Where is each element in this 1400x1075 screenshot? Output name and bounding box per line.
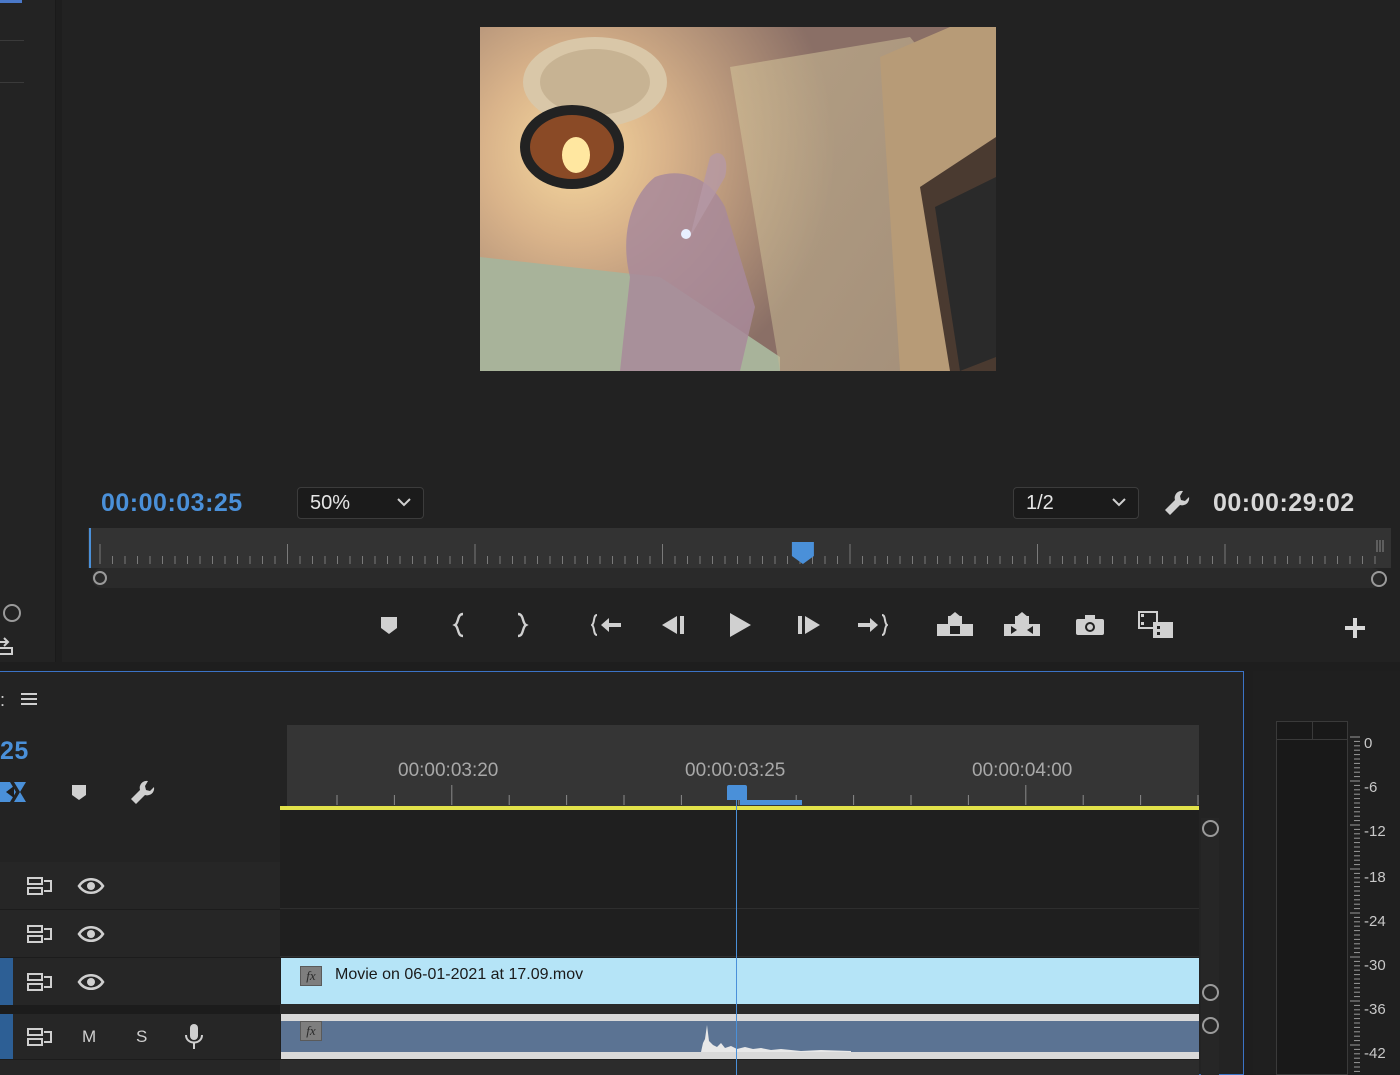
extract-button[interactable]	[1002, 605, 1042, 645]
plus-icon	[1345, 618, 1365, 638]
comparison-view-icon	[1138, 611, 1173, 638]
go-to-out-icon	[858, 614, 888, 636]
resolution-value: 1/2	[1026, 492, 1054, 514]
mark-out-button[interactable]	[501, 605, 541, 645]
audio-waveform	[701, 1025, 851, 1052]
mark-in-button[interactable]	[440, 605, 480, 645]
playhead-frame-indicator	[740, 800, 802, 805]
db-label: -42	[1364, 1045, 1386, 1062]
track-header-v3	[0, 862, 280, 910]
scroll-handle-icon[interactable]	[1202, 820, 1219, 837]
zoom-handle-right-icon[interactable]	[1371, 571, 1387, 587]
db-label: -12	[1364, 823, 1386, 840]
monitor-time-ruler[interactable]	[88, 528, 1391, 568]
play-button[interactable]	[720, 605, 760, 645]
play-icon	[730, 613, 751, 637]
fx-badge: fx	[300, 1021, 322, 1041]
add-marker-button[interactable]	[369, 605, 409, 645]
audio-meter	[1276, 721, 1348, 1075]
sync-lock-icon[interactable]	[27, 924, 53, 944]
resolution-dropdown[interactable]: 1/2	[1013, 487, 1139, 519]
track-header-a2	[0, 1060, 280, 1075]
wrench-icon[interactable]	[1161, 487, 1193, 519]
extract-icon	[1004, 612, 1040, 636]
meter-scale	[1350, 736, 1360, 1072]
sync-lock-icon[interactable]	[27, 972, 53, 992]
fx-badge: fx	[300, 966, 322, 986]
go-to-out-button[interactable]	[852, 605, 892, 645]
go-to-in-icon	[591, 614, 621, 636]
eye-icon[interactable]	[77, 924, 105, 944]
zoom-handle-icon[interactable]	[3, 604, 21, 622]
go-to-in-button[interactable]	[587, 605, 627, 645]
ruler-label: 00:00:04:00	[972, 760, 1073, 781]
timeline-settings-wrench-icon[interactable]	[128, 778, 158, 808]
add-marker-icon[interactable]	[70, 783, 88, 801]
db-label: -24	[1364, 913, 1386, 930]
current-timecode[interactable]: 00:00:03:25	[101, 489, 243, 518]
track-header-v1	[0, 958, 280, 1006]
ruler-label: 00:00:03:20	[398, 760, 499, 781]
scroll-handle-icon[interactable]	[1202, 1017, 1219, 1034]
audio-clip[interactable]	[281, 1021, 1199, 1052]
sync-lock-icon[interactable]	[27, 1027, 53, 1047]
panel-close-icon[interactable]: :	[0, 690, 5, 711]
monitor-playhead[interactable]	[791, 542, 814, 564]
audio-clip-footer	[281, 1052, 1199, 1059]
ruler-label: 00:00:03:25	[685, 760, 786, 781]
eye-icon[interactable]	[77, 876, 105, 896]
playhead-line	[736, 800, 737, 1075]
comparison-view-button[interactable]	[1136, 605, 1176, 645]
export-frame-button[interactable]	[1070, 605, 1110, 645]
zoom-level-value: 50%	[310, 492, 351, 514]
step-back-button[interactable]	[653, 605, 693, 645]
zoom-handle-left-icon[interactable]	[93, 571, 107, 585]
db-label: -18	[1364, 869, 1386, 886]
lift-button[interactable]	[935, 605, 975, 645]
db-label: 0	[1364, 735, 1373, 752]
video-preview	[480, 27, 996, 371]
mark-out-icon	[517, 612, 529, 638]
db-label: -6	[1364, 779, 1378, 796]
db-label: -36	[1364, 1001, 1386, 1018]
sequence-timecode[interactable]: 25	[0, 737, 29, 766]
marker-icon	[381, 617, 397, 634]
zoom-level-dropdown[interactable]: 50%	[297, 487, 424, 519]
lift-icon	[937, 612, 973, 636]
track-divider[interactable]	[0, 1006, 280, 1014]
track-header-a1: M S	[0, 1014, 280, 1060]
scroll-handle-icon[interactable]	[1202, 984, 1219, 1001]
camera-icon	[1076, 615, 1104, 635]
track-target-v1[interactable]	[0, 958, 13, 1005]
mute-track-button[interactable]: M	[82, 1027, 96, 1047]
eye-icon[interactable]	[77, 972, 105, 992]
panel-tab-indicator	[0, 0, 22, 3]
sync-lock-icon[interactable]	[27, 876, 53, 896]
button-editor-button[interactable]	[1335, 608, 1375, 648]
db-label: -30	[1364, 957, 1386, 974]
step-forward-icon	[798, 616, 820, 634]
solo-track-button[interactable]: S	[136, 1027, 147, 1047]
video-clip[interactable]: fx Movie on 06-01-2021 at 17.09.mov	[281, 958, 1199, 1004]
step-forward-button[interactable]	[789, 605, 829, 645]
track-target-a1[interactable]	[0, 1014, 13, 1059]
hamburger-menu-icon[interactable]	[20, 691, 38, 707]
monitor-zoom-scrollbar[interactable]	[92, 568, 1382, 588]
snap-icon[interactable]	[0, 778, 30, 806]
export-icon[interactable]	[0, 630, 16, 656]
track-scrollbar[interactable]	[1201, 818, 1219, 1075]
video-clip-name: Movie on 06-01-2021 at 17.09.mov	[335, 966, 584, 983]
project-panel-edge	[0, 0, 56, 662]
track-header-v2	[0, 910, 280, 958]
chevron-down-icon	[397, 498, 411, 507]
chevron-down-icon	[1112, 498, 1126, 507]
step-back-icon	[662, 616, 684, 634]
playhead-handle[interactable]	[727, 785, 747, 800]
duration-timecode: 00:00:29:02	[1213, 489, 1355, 517]
mark-in-icon	[452, 612, 464, 638]
microphone-icon[interactable]	[184, 1023, 204, 1051]
